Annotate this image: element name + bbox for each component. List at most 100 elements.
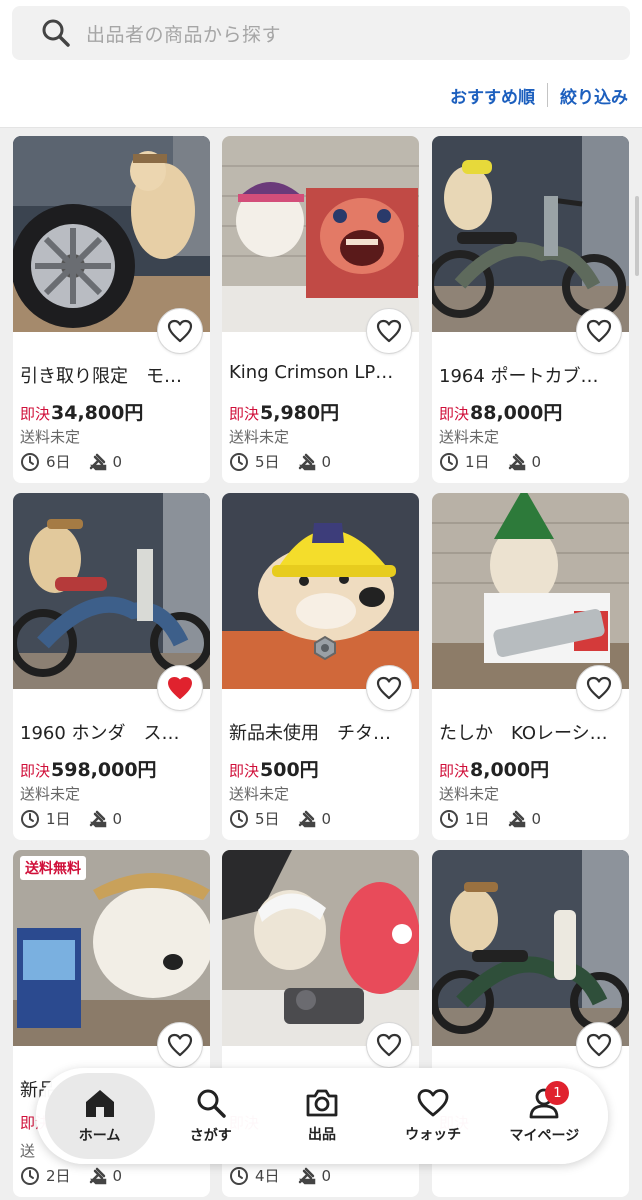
search-icon	[197, 1089, 226, 1118]
search-input[interactable]: 出品者の商品から探す	[12, 6, 630, 60]
nav-home[interactable]: ホーム	[44, 1073, 155, 1159]
price-label: 即決	[20, 405, 51, 423]
shipping-text: 送料未定	[229, 785, 290, 803]
divider	[547, 83, 548, 107]
watch-heart-button[interactable]	[576, 1022, 622, 1068]
price-label: 即決	[439, 762, 470, 780]
product-price: 8,000円	[470, 759, 550, 781]
gavel-icon	[298, 453, 315, 470]
shipping-text: 送料未定	[439, 428, 500, 446]
watch-heart-button[interactable]	[576, 665, 622, 711]
product-price: 88,000円	[470, 402, 563, 424]
price-line: 即決 500円	[229, 755, 319, 782]
product-image[interactable]	[222, 850, 419, 1046]
bid-count: 0	[531, 809, 542, 828]
nav-watch-label: ウォッチ	[405, 1127, 462, 1143]
time-left: 1日	[465, 810, 490, 828]
product-card[interactable]: 1964 ポートカブ… 即決 88,000円 送料未定 1日 0	[432, 136, 629, 483]
camera-icon	[306, 1089, 338, 1117]
bid-count: 0	[321, 809, 332, 828]
product-title: たしか KOレーシ…	[439, 723, 608, 744]
nav-mypage-label: マイページ	[509, 1128, 580, 1144]
nav-search[interactable]: さがす	[156, 1073, 266, 1159]
shipping-text: 送料未定	[439, 785, 500, 803]
watch-heart-button[interactable]	[366, 308, 412, 354]
product-card[interactable]: 1960 ホンダ ス… 即決 598,000円 送料未定 1日 0	[13, 493, 210, 840]
product-card[interactable]: 引き取り限定 モ… 即決 34,800円 送料未定 6日 0	[13, 136, 210, 483]
auction-meta: 4日 0	[229, 1165, 347, 1186]
product-image[interactable]	[432, 493, 629, 689]
price-line: 即決 8,000円	[439, 755, 549, 782]
product-title: King Crimson LP…	[229, 362, 394, 383]
heart-icon	[586, 676, 612, 700]
shipping-text: 送料未定	[20, 785, 81, 803]
nav-sell-label: 出品	[307, 1127, 336, 1143]
nav-sell[interactable]: 出品	[267, 1073, 377, 1159]
shipping-text: 送	[20, 1142, 36, 1160]
search-placeholder: 出品者の商品から探す	[86, 23, 282, 46]
watch-heart-button[interactable]	[366, 1022, 412, 1068]
time-left: 6日	[46, 453, 71, 471]
home-icon	[85, 1090, 114, 1117]
heart-filled-icon	[168, 677, 192, 699]
auction-meta: 1日 0	[439, 451, 557, 472]
price-line: 即決 88,000円	[439, 398, 562, 425]
gavel-icon	[298, 810, 315, 827]
bid-count: 0	[531, 452, 542, 471]
bid-count: 0	[112, 809, 123, 828]
time-left: 2日	[46, 1167, 71, 1185]
auction-meta: 1日 0	[439, 808, 557, 829]
auction-meta: 5日 0	[229, 808, 347, 829]
product-price: 598,000円	[51, 759, 157, 781]
nav-mypage[interactable]: マイページ 1	[489, 1073, 599, 1159]
sort-bar: おすすめ順 絞り込み	[450, 80, 628, 110]
clock-icon	[21, 452, 39, 471]
notification-badge: 1	[545, 1081, 570, 1105]
price-label: 即決	[229, 405, 260, 423]
product-image[interactable]	[432, 136, 629, 332]
heart-icon	[586, 319, 612, 343]
sort-recommended-link[interactable]: おすすめ順	[450, 83, 535, 108]
filter-link[interactable]: 絞り込み	[560, 83, 628, 108]
product-price: 500円	[260, 759, 319, 781]
bottom-nav: ホーム さがす 出品 ウォッチ マイページ 1	[36, 1068, 608, 1164]
time-left: 4日	[255, 1167, 280, 1185]
product-image[interactable]	[222, 493, 419, 689]
clock-icon	[440, 809, 458, 828]
auction-meta: 6日 0	[20, 451, 138, 472]
watch-heart-button[interactable]	[576, 308, 622, 354]
heart-icon	[417, 1089, 449, 1117]
shipping-text: 送料未定	[20, 428, 81, 446]
product-image[interactable]	[13, 493, 210, 689]
time-left: 5日	[255, 810, 280, 828]
time-left: 1日	[46, 810, 71, 828]
watch-heart-button-active[interactable]	[157, 665, 203, 711]
product-title: 1964 ポートカブ…	[439, 366, 599, 387]
heart-icon	[376, 1033, 402, 1057]
clock-icon	[230, 809, 248, 828]
watch-heart-button[interactable]	[157, 308, 203, 354]
product-card[interactable]: King Crimson LP… 即決 5,980円 送料未定 5日 0	[222, 136, 419, 483]
scrollbar[interactable]	[635, 196, 639, 276]
gavel-icon	[508, 810, 525, 827]
price-label: 即決	[20, 762, 51, 780]
heart-icon	[376, 676, 402, 700]
nav-home-label: ホーム	[78, 1128, 121, 1144]
price-label: 即決	[229, 762, 260, 780]
auction-meta: 1日 0	[20, 808, 138, 829]
product-price: 34,800円	[51, 402, 144, 424]
gavel-icon	[298, 1167, 315, 1184]
product-image[interactable]	[222, 136, 419, 332]
bid-count: 0	[112, 1166, 123, 1185]
price-line: 即決 34,800円	[20, 398, 143, 425]
watch-heart-button[interactable]	[157, 1022, 203, 1068]
product-image[interactable]	[432, 850, 629, 1046]
bid-count: 0	[321, 1166, 332, 1185]
product-card[interactable]: 新品未使用 チタ… 即決 500円 送料未定 5日 0	[222, 493, 419, 840]
watch-heart-button[interactable]	[366, 665, 412, 711]
nav-watch[interactable]: ウォッチ	[378, 1073, 488, 1159]
free-shipping-badge: 送料無料	[20, 856, 86, 880]
product-image[interactable]	[13, 136, 210, 332]
product-card[interactable]: たしか KOレーシ… 即決 8,000円 送料未定 1日 0	[432, 493, 629, 840]
gavel-icon	[89, 810, 106, 827]
